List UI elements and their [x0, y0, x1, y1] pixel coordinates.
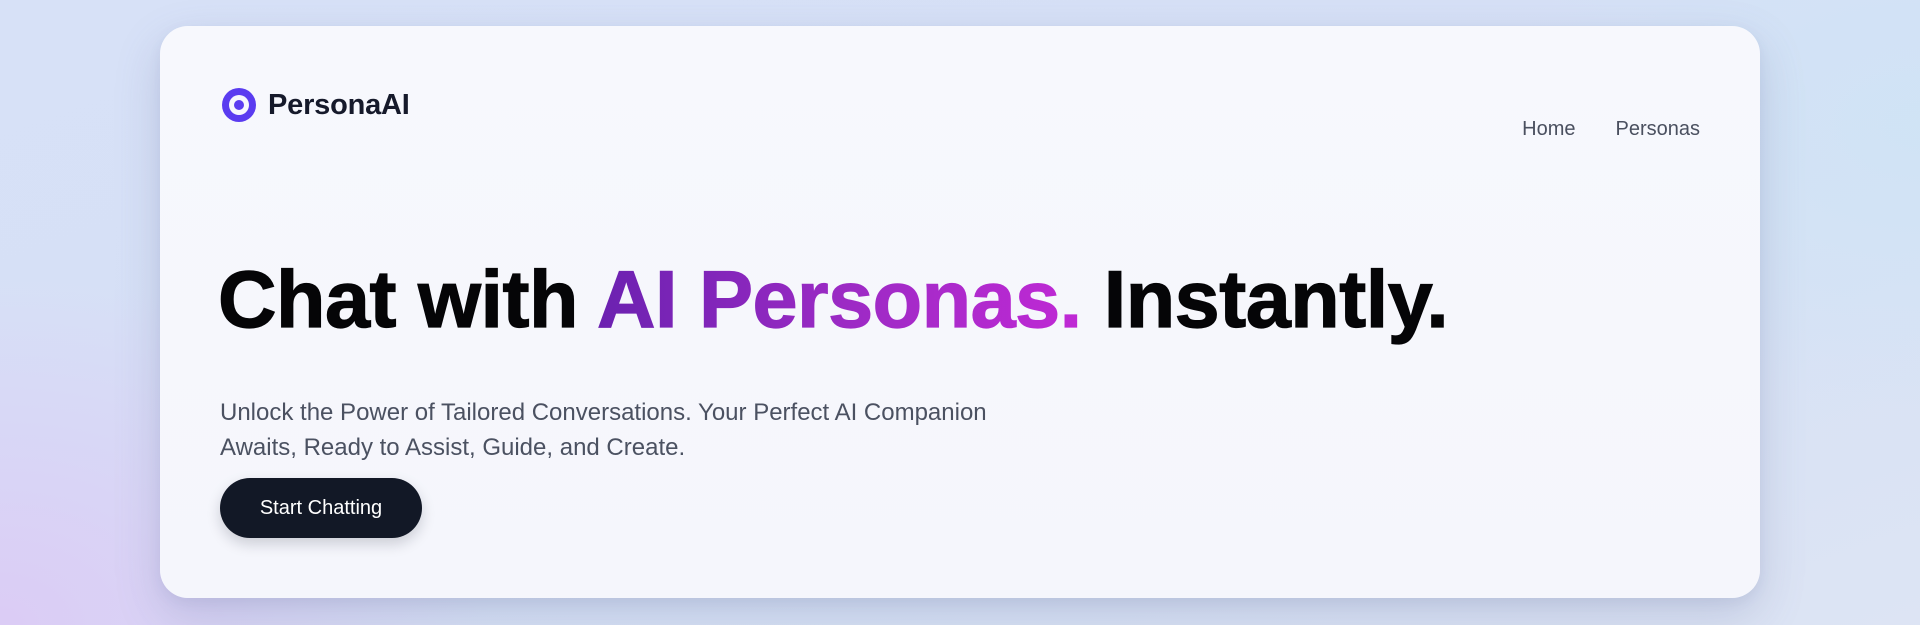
brand-name: PersonaAI: [268, 88, 410, 121]
nav-link-home[interactable]: Home: [1522, 118, 1575, 141]
brand-logo[interactable]: PersonaAI: [222, 88, 410, 122]
top-nav: Home Personas: [1522, 118, 1700, 141]
headline-accent: AI Personas.: [596, 254, 1082, 345]
start-chatting-button[interactable]: Start Chatting: [220, 478, 422, 538]
headline-start: Chat with: [217, 254, 597, 345]
hero-subtitle: Unlock the Power of Tailored Conversatio…: [220, 399, 987, 461]
headline-end: Instantly.: [1081, 254, 1449, 345]
nav-link-personas[interactable]: Personas: [1616, 118, 1701, 141]
hero-card: PersonaAI Home Personas Chat with AI Per…: [160, 26, 1760, 598]
target-icon: [222, 88, 256, 122]
hero-headline: Chat with AI Personas. Instantly.: [217, 254, 1449, 347]
